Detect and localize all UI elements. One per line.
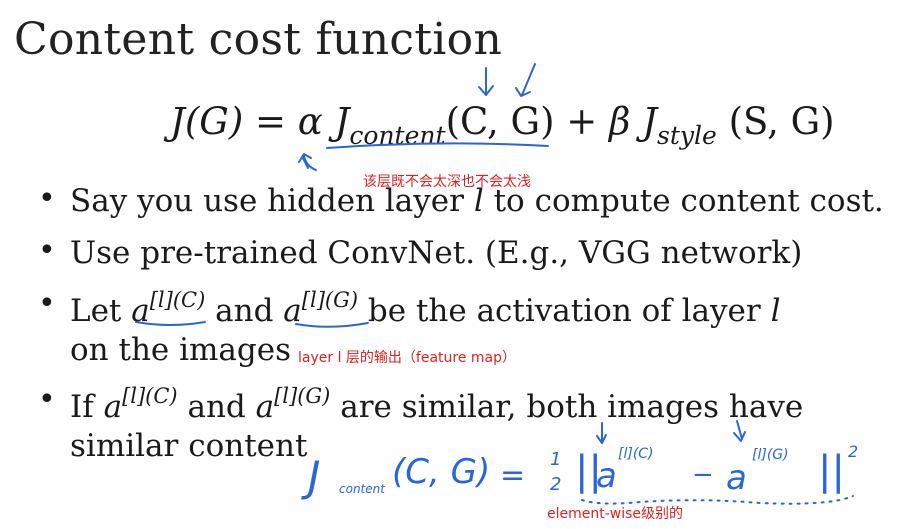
bullet-4-sup1: [l](C) [122,384,178,408]
bullet-4-sup2: [l](G) [274,384,331,408]
arrow-down-c-icon [478,67,494,96]
bullet-dot: • [38,286,56,321]
hand-equals: = [500,458,526,493]
arrow-up-alpha-icon [298,153,317,171]
formula-sub-style: style [657,121,717,150]
bullet-1-post: to compute content cost. [483,183,884,219]
hand-square: 2 [848,442,859,461]
bullet-dot: • [38,181,56,216]
formula-j-content: J [334,100,350,143]
bullet-3-line2: on the images [70,332,291,368]
hand-a2: a [726,458,747,498]
bullet-3-a1: a [131,293,150,329]
bullet-1-var: l [473,183,484,219]
bullet-4-post: are similar, both images have [330,389,804,425]
hand-sup1: [l](C) [618,446,654,462]
arrow-down-a1-icon [596,422,607,444]
bullet-3-pre: Let [70,293,132,329]
formula-args-content: (C, G) [445,100,555,143]
hand-args: (C, G) [392,452,491,492]
hand-sub: content [339,482,385,496]
cost-formula: J(G) = α Jcontent(C, G) + β Jstyle (S, G… [170,100,835,150]
formula-args-style: (S, G) [728,100,835,143]
arrow-down-g-icon [515,63,536,97]
bullet-2-text: Use pre-trained ConvNet. (E.g., VGG netw… [70,235,803,271]
bullet-3-post: be the activation of layer [358,293,771,329]
hand-half-num: 1 [550,449,562,470]
bullet-4-line2: similar content [70,428,308,464]
formula-alpha: α [297,100,323,143]
formula-j-style: J [642,100,658,143]
hand-half-den: 2 [550,474,562,495]
bullet-3-mid: and [205,293,284,329]
formula-sub-content: content [349,121,446,150]
bullet-dot: • [38,382,56,417]
bullet-3-var: l [770,293,781,329]
formula-beta: β [609,100,631,143]
bullet-4-a2: a [255,389,275,425]
note-elementwise: element-wise级别的 [547,506,684,522]
bullet-3-sup1: [l](C) [149,288,206,312]
hand-a1: a [596,456,617,496]
formula-lhs: J(G) = [170,100,298,143]
bullet-4-pre: If [70,389,104,425]
page-title: Content cost function [14,14,503,65]
bullet-1-pre: Say you use hidden layer [70,183,474,219]
bullet-3-a2: a [283,293,302,329]
note-layer-output: layer l 层的输出（feature map） [298,350,517,366]
hand-bars-close: || [818,448,845,494]
hand-j: J [308,452,321,501]
hand-minus: − [692,460,714,490]
bullet-4-a1: a [103,389,123,425]
hand-sup2: [l](G) [752,447,789,463]
bullet-3-sup2: [l](G) [301,288,359,312]
bullet-4-mid: and [177,389,256,425]
formula-plus: + [554,100,610,143]
bullet-dot: • [38,233,56,268]
